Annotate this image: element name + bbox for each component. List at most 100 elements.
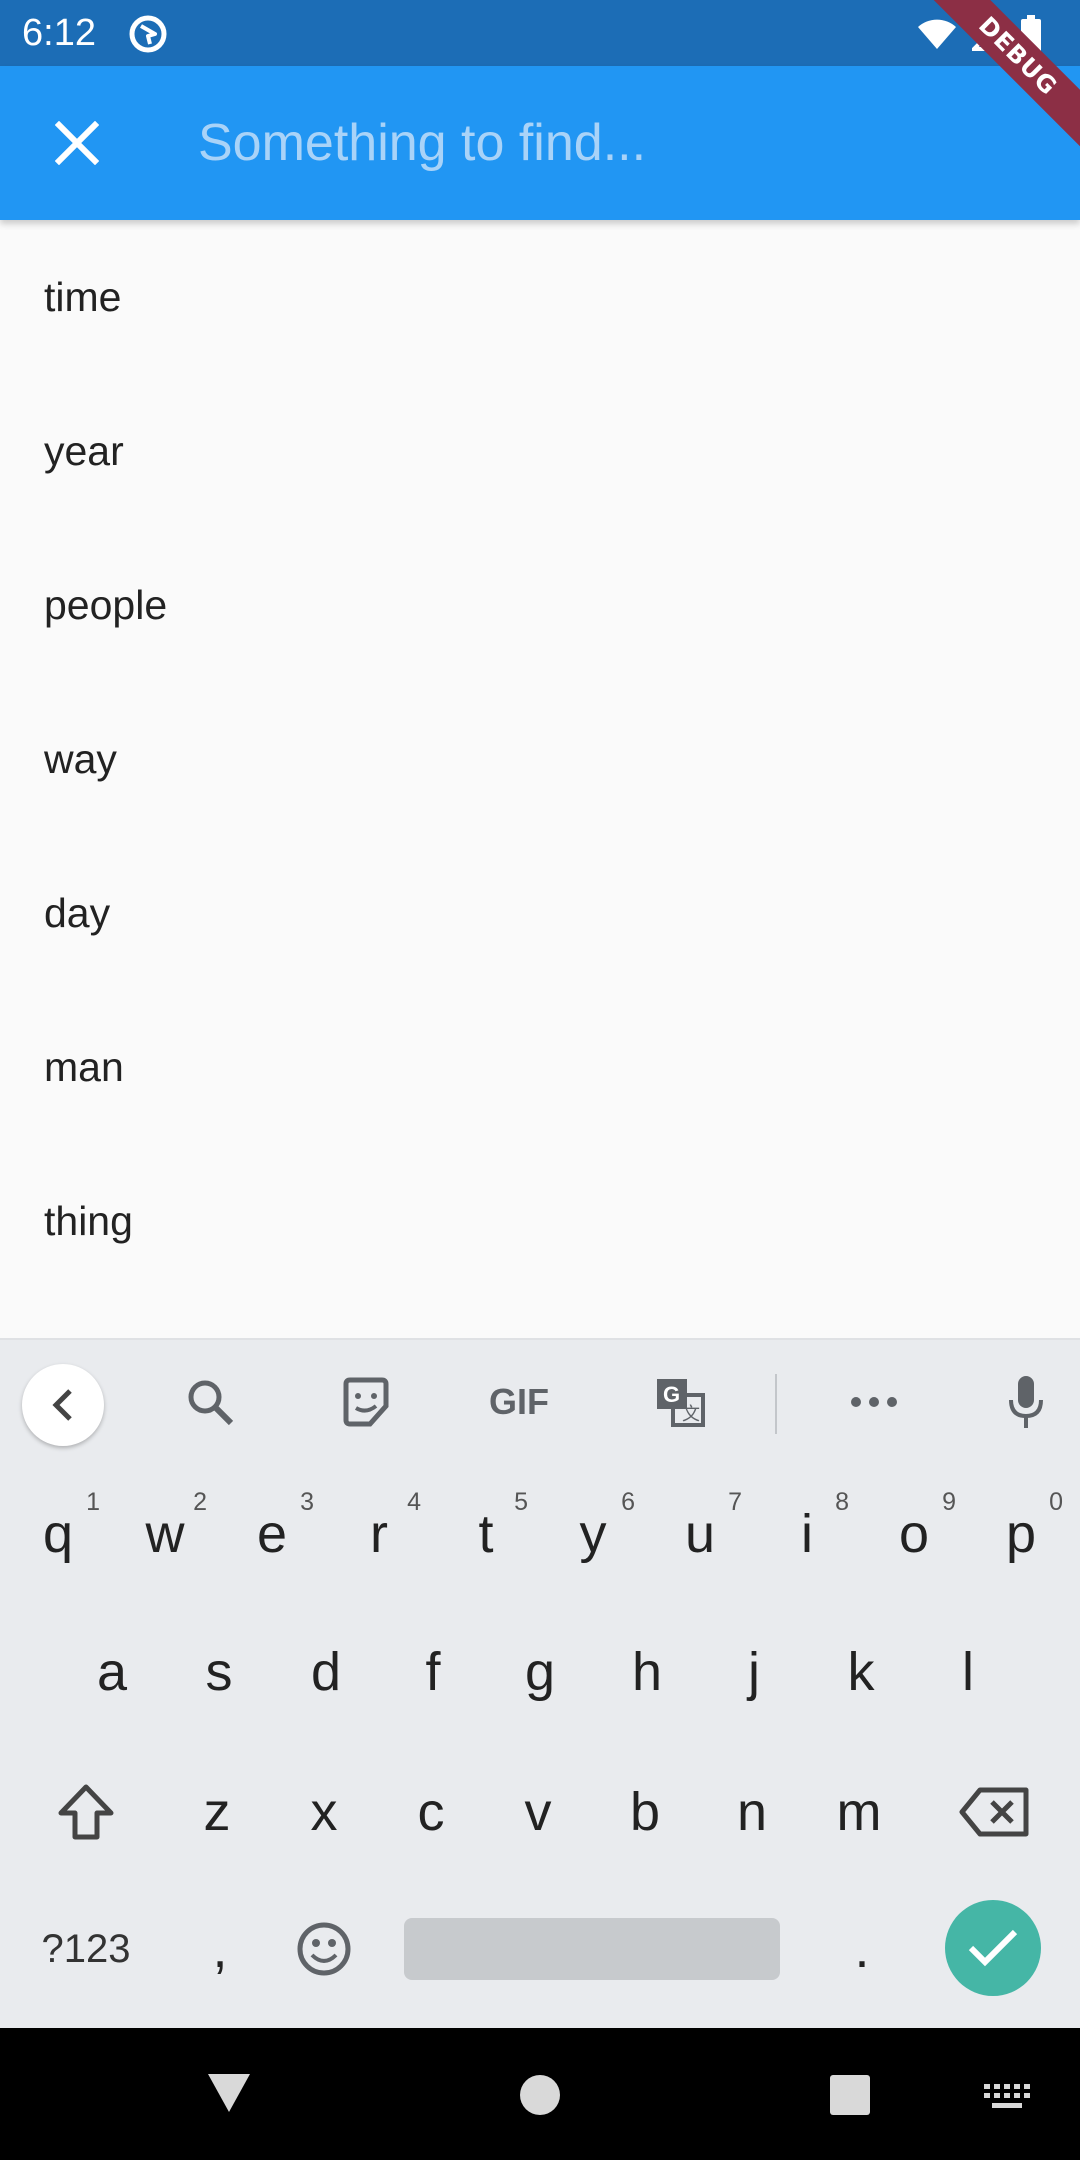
space-bar[interactable] [404,1918,780,1980]
key-number-hint: 6 [621,1488,635,1516]
enter-key[interactable] [945,1900,1041,1996]
toolbar-back-button[interactable] [22,1364,104,1446]
toolbar-voice-button[interactable] [1000,1366,1052,1438]
svg-text:文: 文 [682,1404,700,1425]
key-i[interactable]: i8 [755,1474,859,1594]
list-item[interactable]: thing [0,1144,1080,1298]
key-c[interactable]: c [379,1752,483,1872]
list-item[interactable]: time [0,220,1080,374]
key-l[interactable]: l [916,1612,1020,1732]
keyboard-switch-icon[interactable] [984,2084,1030,2112]
key-label: s [205,1642,233,1702]
key-a[interactable]: a [60,1612,164,1732]
back-arrow-icon [52,1389,72,1421]
key-z[interactable]: z [165,1752,269,1872]
key-label: b [629,1782,661,1842]
key-u[interactable]: u7 [648,1474,752,1594]
close-button[interactable] [38,104,116,182]
key-r[interactable]: r4 [327,1474,431,1594]
key-h[interactable]: h [595,1612,699,1732]
translate-icon: G 文 [657,1379,705,1427]
comma-key[interactable]: , [168,1889,272,2009]
nav-recents-icon[interactable] [829,2074,871,2116]
key-number-hint: 4 [407,1488,421,1516]
key-number-hint: 1 [86,1488,100,1516]
key-label: f [425,1642,441,1702]
backspace-key[interactable] [942,1752,1046,1872]
list-item[interactable]: people [0,528,1080,682]
key-label: c [417,1782,445,1842]
key-s[interactable]: s [167,1612,271,1732]
key-y[interactable]: y6 [541,1474,645,1594]
toolbar-gif-button[interactable]: GIF [478,1366,560,1438]
key-label: k [847,1642,875,1702]
key-label: a [96,1642,128,1702]
list-item[interactable]: year [0,374,1080,528]
key-j[interactable]: j [702,1612,806,1732]
key-d[interactable]: d [274,1612,378,1732]
key-k[interactable]: k [809,1612,913,1732]
search-icon [188,1380,234,1426]
key-e[interactable]: e3 [220,1474,324,1594]
toolbar-sticker-button[interactable] [334,1366,398,1438]
toolbar-divider [775,1374,777,1434]
backspace-icon [959,1787,1029,1837]
close-icon [55,121,99,165]
key-label: r [370,1504,388,1564]
key-x[interactable]: x [272,1752,376,1872]
toolbar-search-button[interactable] [178,1366,242,1438]
key-label: p [1005,1504,1037,1564]
key-n[interactable]: n [700,1752,804,1872]
key-v[interactable]: v [486,1752,590,1872]
key-m[interactable]: m [807,1752,911,1872]
toolbar-more-button[interactable] [842,1366,906,1438]
key-label: w [145,1504,185,1564]
results-list: time year people way day man thing [0,220,1080,1298]
key-number-hint: 9 [942,1488,956,1516]
list-item[interactable]: man [0,990,1080,1144]
status-time: 6:12 [22,12,96,54]
sticker-icon [343,1377,389,1427]
key-p[interactable]: p0 [969,1474,1073,1594]
microphone-icon [1009,1376,1043,1428]
key-number-hint: 0 [1049,1488,1063,1516]
key-b[interactable]: b [593,1752,697,1872]
key-label: e [256,1504,288,1564]
nav-back-icon[interactable] [206,2072,252,2114]
emoji-key[interactable] [272,1889,376,2009]
key-w[interactable]: w2 [113,1474,217,1594]
search-input[interactable] [198,104,1018,182]
checkmark-icon [968,1929,1018,1967]
shift-key[interactable] [34,1752,138,1872]
shift-icon [58,1784,114,1840]
wifi-icon [918,19,956,49]
key-number-hint: 5 [514,1488,528,1516]
emoji-icon [297,1922,351,1976]
symbols-key[interactable]: ?123 [34,1889,138,2009]
period-key[interactable]: . [810,1889,914,2009]
key-number-hint: 8 [835,1488,849,1516]
system-nav-bar [0,2028,1080,2160]
key-label: n [736,1782,768,1842]
key-t[interactable]: t5 [434,1474,538,1594]
key-number-hint: 2 [193,1488,207,1516]
key-o[interactable]: o9 [862,1474,966,1594]
key-label: v [524,1782,552,1842]
key-label: j [748,1642,760,1702]
nav-home-icon[interactable] [519,2074,561,2116]
more-icon [851,1397,897,1407]
key-f[interactable]: f [381,1612,485,1732]
search-app-bar [0,66,1080,220]
key-label: l [962,1642,974,1702]
toolbar-translate-button[interactable]: G 文 [648,1366,712,1438]
key-label: i [801,1504,813,1564]
key-q[interactable]: q1 [6,1474,110,1594]
key-g[interactable]: g [488,1612,592,1732]
svg-text:G: G [663,1382,680,1407]
list-item[interactable]: way [0,682,1080,836]
list-item[interactable]: day [0,836,1080,990]
key-number-hint: 3 [300,1488,314,1516]
key-label: t [478,1504,494,1564]
key-label: h [631,1642,663,1702]
key-label: q [42,1504,74,1564]
